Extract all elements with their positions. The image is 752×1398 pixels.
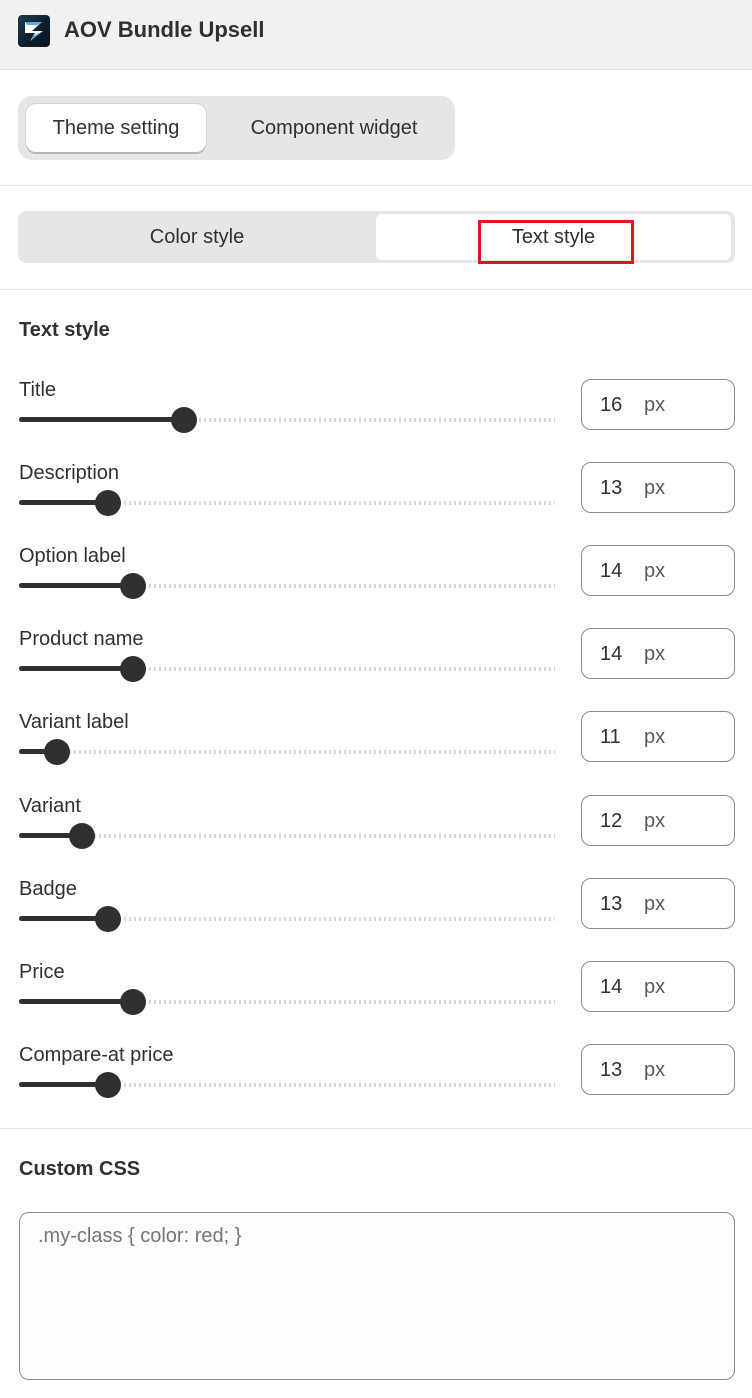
size-value: 12 [600,809,623,832]
size-slider[interactable] [19,903,555,933]
slider-fill [19,666,133,671]
app-header: AOV Bundle Upsell [0,0,752,70]
size-input[interactable]: 13 px [581,462,735,513]
text-style-row: Compare-at price 13 px [0,1043,752,1126]
size-slider[interactable] [19,986,555,1016]
size-value: 13 [600,476,623,499]
size-input[interactable]: 13 px [581,1044,735,1095]
text-style-row: Description 13 px [0,461,752,544]
size-unit: px [644,1058,666,1081]
slider-fill [19,583,133,588]
text-style-row: Variant label 11 px [0,710,752,793]
row-label: Title [19,379,57,401]
size-slider[interactable] [19,487,555,517]
size-slider[interactable] [19,653,555,683]
slider-thumb[interactable] [69,823,96,849]
size-unit: px [644,393,666,416]
size-unit: px [644,975,666,998]
slider-thumb[interactable] [44,739,70,765]
slider-thumb[interactable] [94,1072,121,1098]
text-style-row: Title 16 px [0,378,752,461]
slider-rail [19,834,555,838]
custom-css-input[interactable] [19,1212,735,1380]
size-input[interactable]: 14 px [581,545,735,596]
slider-thumb[interactable] [170,407,197,433]
style-tabs: Color style Text style [18,211,735,263]
size-input[interactable]: 14 px [581,961,735,1012]
slider-thumb[interactable] [94,490,121,516]
app-title: AOV Bundle Upsell [64,17,265,42]
size-value: 13 [600,1058,623,1081]
row-label: Price [19,961,65,983]
size-value: 14 [600,559,623,582]
row-label: Variant label [19,711,129,733]
row-label: Compare-at price [19,1044,174,1066]
tab-color-style[interactable]: Color style [18,211,376,263]
text-style-row: Price 14 px [0,960,752,1043]
divider [0,1128,752,1129]
slider-rail [19,750,555,754]
size-input[interactable]: 12 px [581,795,735,846]
size-slider[interactable] [19,570,555,600]
size-unit: px [644,559,666,582]
size-input[interactable]: 16 px [581,379,735,430]
slider-thumb[interactable] [94,906,121,932]
row-label: Description [19,462,120,484]
size-slider[interactable] [19,1069,555,1099]
divider [0,289,752,290]
slider-thumb[interactable] [119,656,146,682]
size-slider[interactable] [19,820,555,850]
size-input[interactable]: 11 px [581,711,735,762]
slider-thumb[interactable] [119,573,146,599]
tab-theme-setting[interactable]: Theme setting [26,104,206,152]
tab-component-widget[interactable]: Component widget [222,104,446,152]
slider-fill [19,417,184,422]
text-style-row: Variant 12 px [0,794,752,877]
tab-text-style[interactable]: Text style [376,214,731,260]
size-input[interactable]: 13 px [581,878,735,929]
text-style-heading: Text style [19,319,110,341]
size-value: 14 [600,642,623,665]
size-unit: px [644,809,666,832]
row-label: Option label [19,545,126,567]
slider-thumb[interactable] [119,989,146,1015]
size-value: 14 [600,975,623,998]
divider [0,185,752,186]
row-label: Badge [19,878,77,900]
app-logo-icon [18,15,50,47]
row-label: Variant [19,795,81,817]
size-value: 16 [600,393,623,416]
text-style-row: Option label 14 px [0,544,752,627]
size-unit: px [644,642,666,665]
size-unit: px [644,892,666,915]
slider-fill [19,999,133,1004]
text-style-row: Product name 14 px [0,627,752,710]
row-label: Product name [19,628,144,650]
size-value: 11 [600,725,621,748]
size-slider[interactable] [19,404,555,434]
size-slider[interactable] [19,736,555,766]
size-value: 13 [600,892,623,915]
size-unit: px [644,476,666,499]
text-style-row: Badge 13 px [0,877,752,960]
settings-mode-tabs: Theme setting Component widget [18,96,455,160]
size-unit: px [644,725,666,748]
custom-css-heading: Custom CSS [19,1158,141,1180]
size-input[interactable]: 14 px [581,628,735,679]
